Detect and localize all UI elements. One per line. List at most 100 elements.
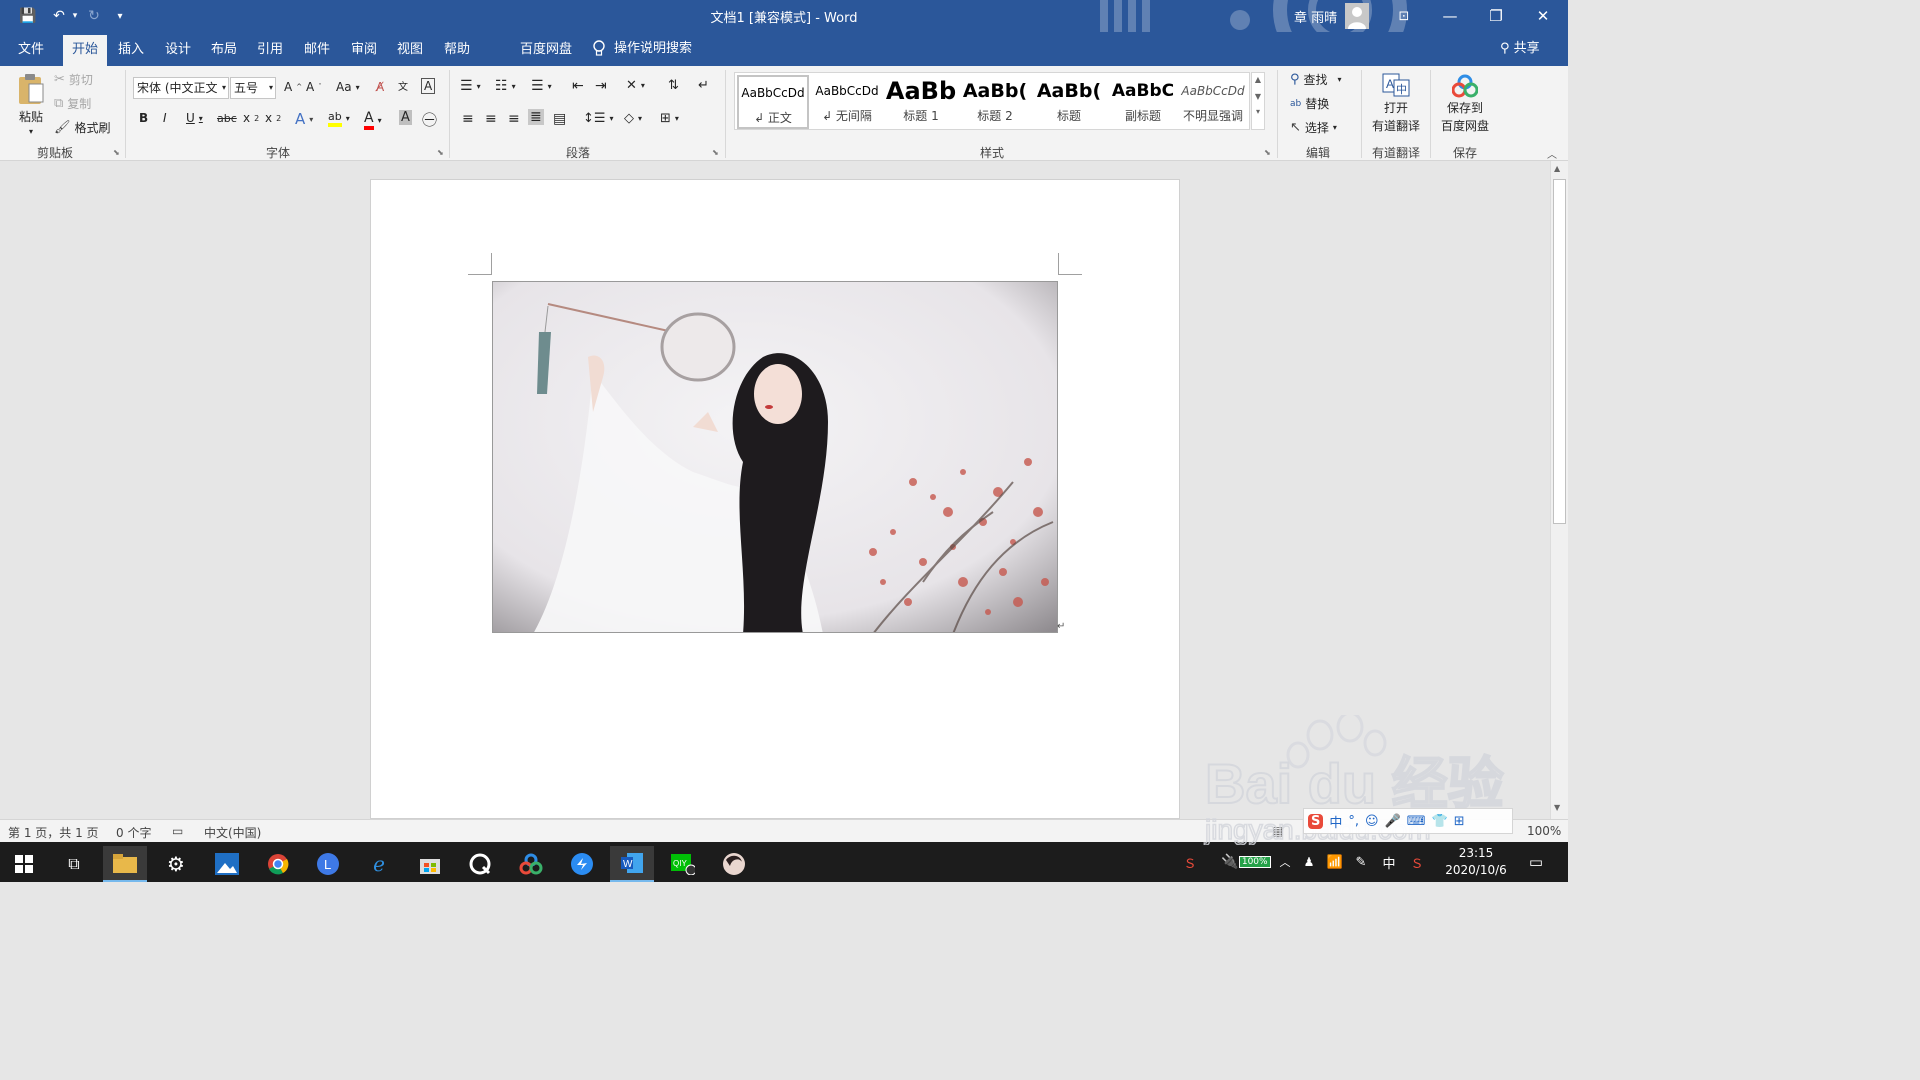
- superscript-icon[interactable]: x2: [265, 111, 281, 125]
- tab-help[interactable]: 帮助: [436, 35, 478, 66]
- text-effects-icon[interactable]: A ▾: [295, 110, 313, 128]
- toolbox-icon[interactable]: ⊞: [1454, 814, 1465, 829]
- iqiyi-icon[interactable]: QIY: [661, 846, 705, 882]
- style-subtle-emphasis[interactable]: AaBbCcDd 不明显强调: [1177, 75, 1249, 129]
- close-button[interactable]: ✕: [1520, 0, 1566, 32]
- highlight-color-icon[interactable]: ab ▾: [328, 110, 350, 127]
- customize-quick-access-icon[interactable]: ▾: [112, 6, 128, 26]
- strikethrough-icon[interactable]: abc: [217, 112, 237, 125]
- enclose-characters-icon[interactable]: ㊀: [422, 109, 437, 130]
- file-explorer-icon[interactable]: [103, 846, 147, 882]
- justify-icon[interactable]: ≣: [528, 109, 544, 125]
- start-button[interactable]: [2, 846, 46, 882]
- qq-browser-icon[interactable]: [458, 846, 502, 882]
- sogou-tray-icon[interactable]: Ｓ: [1178, 842, 1202, 882]
- tell-me-search[interactable]: 操作说明搜索: [592, 35, 692, 63]
- scroll-up-icon[interactable]: ▲: [1554, 164, 1560, 173]
- tab-layout[interactable]: 布局: [203, 35, 245, 66]
- underline-icon[interactable]: U ▾: [186, 111, 203, 125]
- copy-button[interactable]: ⧉ 复制: [54, 95, 91, 112]
- paste-dropdown-icon[interactable]: ▾: [29, 127, 33, 136]
- font-color-icon[interactable]: A ▾: [364, 110, 382, 130]
- inserted-photo[interactable]: [492, 281, 1058, 633]
- increase-indent-icon[interactable]: ⇥: [595, 78, 607, 94]
- word-icon[interactable]: W: [610, 846, 654, 882]
- keyboard-icon[interactable]: ⌨: [1407, 814, 1426, 829]
- minimize-button[interactable]: —: [1427, 0, 1473, 32]
- shading-icon[interactable]: ◇ ▾: [624, 111, 642, 126]
- align-right-icon[interactable]: ≡: [508, 111, 520, 127]
- character-border-icon[interactable]: A: [421, 78, 436, 94]
- paragraph-launcher-icon[interactable]: ⬊: [712, 148, 719, 157]
- bold-icon[interactable]: B: [139, 111, 148, 125]
- input-method-indicator[interactable]: 中: [1378, 842, 1400, 882]
- shrink-font-icon[interactable]: Aˇ: [306, 80, 322, 94]
- wifi-icon[interactable]: 📶: [1324, 842, 1346, 882]
- open-youdao-translate-button[interactable]: A中 打开 有道翻译: [1368, 72, 1424, 134]
- multilevel-list-icon[interactable]: ☰ ▾: [531, 78, 552, 94]
- tab-insert[interactable]: 插入: [110, 35, 152, 66]
- style-heading-2[interactable]: AaBb(标题 2: [959, 75, 1031, 129]
- tab-review[interactable]: 审阅: [343, 35, 385, 66]
- more-styles-icon[interactable]: ▾: [1252, 107, 1264, 116]
- character-shading-icon[interactable]: A: [399, 110, 412, 125]
- chrome-icon[interactable]: [256, 846, 300, 882]
- tab-baidu-netdisk[interactable]: 百度网盘: [512, 35, 580, 66]
- restore-button[interactable]: ❐: [1473, 0, 1519, 32]
- user-name[interactable]: 章 雨晴: [1294, 7, 1337, 26]
- borders-icon[interactable]: ⊞ ▾: [660, 111, 679, 126]
- feishu-icon[interactable]: [560, 846, 604, 882]
- pen-icon[interactable]: ✎: [1350, 842, 1372, 882]
- sogou-input-icon[interactable]: Ｓ: [1406, 842, 1428, 882]
- settings-icon[interactable]: ⚙: [154, 846, 198, 882]
- ribbon-display-options-button[interactable]: ⊡: [1381, 0, 1427, 32]
- find-button[interactable]: ⚲ 查找 ▾: [1290, 71, 1342, 88]
- vertical-scrollbar[interactable]: ▲ ▼: [1550, 161, 1568, 819]
- numbering-icon[interactable]: ☷ ▾: [495, 78, 516, 94]
- scroll-down-icon[interactable]: ▼: [1554, 803, 1560, 812]
- punctuation-icon[interactable]: °,: [1348, 814, 1359, 829]
- tab-design[interactable]: 设计: [157, 35, 199, 66]
- style-subtitle[interactable]: AaBbC 副标题: [1107, 75, 1179, 129]
- save-to-baidu-netdisk-button[interactable]: 保存到 百度网盘: [1438, 74, 1492, 134]
- skin-icon[interactable]: 👕: [1432, 814, 1448, 829]
- decrease-indent-icon[interactable]: ⇤: [572, 78, 584, 94]
- sogou-ime-toolbar[interactable]: S 中 °, ☺ 🎤 ⌨ 👕 ⊞: [1303, 808, 1513, 834]
- tray-app-icon[interactable]: ♟: [1298, 842, 1320, 882]
- undo-dropdown-icon[interactable]: ▾: [70, 6, 80, 26]
- tab-mailings[interactable]: 邮件: [296, 35, 338, 66]
- font-launcher-icon[interactable]: ⬊: [437, 148, 444, 157]
- styles-gallery-scroll[interactable]: ▲ ▼ ▾: [1251, 72, 1265, 130]
- change-case-icon[interactable]: Aa ▾: [336, 80, 360, 94]
- tab-references[interactable]: 引用: [249, 35, 291, 66]
- grow-font-icon[interactable]: A ^: [284, 80, 302, 94]
- tab-home[interactable]: 开始: [63, 35, 108, 66]
- battery-indicator[interactable]: 🔌 100%: [1218, 842, 1274, 882]
- line-spacing-icon[interactable]: ↕☰ ▾: [583, 111, 614, 126]
- sort-icon[interactable]: ⇅: [668, 78, 679, 93]
- store-icon[interactable]: [408, 846, 452, 882]
- style-normal[interactable]: AaBbCcDd ↲ 正文: [737, 75, 809, 129]
- voice-icon[interactable]: 🎤: [1385, 814, 1401, 829]
- read-mode-icon[interactable]: ▤: [1272, 824, 1283, 838]
- internet-explorer-icon[interactable]: ℯ: [357, 846, 401, 882]
- style-title[interactable]: AaBb(标题: [1033, 75, 1105, 129]
- style-no-spacing[interactable]: AaBbCcDd ↲ 无间隔: [811, 75, 883, 129]
- zoom-level[interactable]: 100%: [1527, 824, 1561, 838]
- show-marks-icon[interactable]: ↵: [698, 78, 709, 93]
- chevron-up-icon[interactable]: ▲: [1252, 75, 1264, 84]
- baidu-netdisk-taskbar-icon[interactable]: [509, 846, 553, 882]
- tab-view[interactable]: 视图: [389, 35, 431, 66]
- replace-button[interactable]: ab 替换: [1290, 95, 1329, 112]
- show-hidden-icons[interactable]: ︿: [1276, 842, 1294, 882]
- page-count[interactable]: 第 1 页，共 1 页: [8, 824, 99, 841]
- distributed-icon[interactable]: ▤: [553, 111, 566, 127]
- font-name-select[interactable]: 宋体 (中文正文 ▾: [133, 77, 229, 99]
- styles-launcher-icon[interactable]: ⬊: [1264, 148, 1271, 157]
- style-heading-1[interactable]: AaBb 标题 1: [885, 75, 957, 129]
- redo-icon[interactable]: ↻: [84, 6, 104, 26]
- phonetic-guide-icon[interactable]: 文: [398, 78, 408, 93]
- language-indicator[interactable]: 中文(中国): [204, 824, 261, 841]
- ime-mode-icon[interactable]: 中: [1329, 812, 1342, 831]
- cut-button[interactable]: ✂ 剪切: [54, 71, 93, 88]
